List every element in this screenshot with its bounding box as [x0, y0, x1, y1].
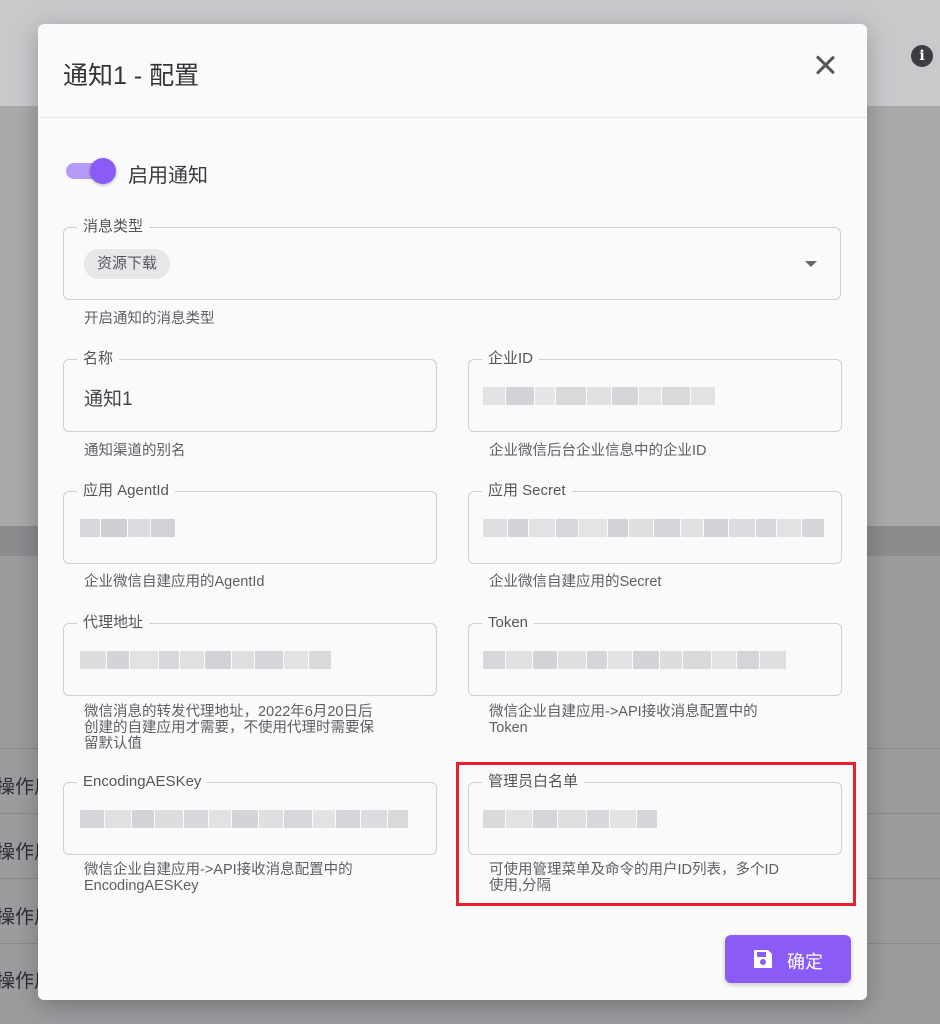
info-icon[interactable]: i — [911, 45, 933, 67]
secret-field[interactable]: 应用 Secret — [468, 481, 842, 564]
proxy-helper-line: 留默认值 — [84, 736, 142, 752]
encoding-aes-key-helper-line: EncodingAESKey — [84, 878, 199, 894]
dialog-title: 通知1 - 配置 — [63, 62, 200, 90]
enable-notification-label: 启用通知 — [128, 165, 208, 187]
highlight-annotation-box — [456, 762, 856, 906]
token-redacted-value — [483, 649, 799, 671]
proxy-helper: 微信消息的转发代理地址，2022年6月20日后 创建的自建应用才需要，不使用代理… — [84, 704, 374, 752]
name-field[interactable]: 名称 通知1 — [63, 349, 437, 432]
corp-id-redacted-value — [483, 385, 728, 407]
encoding-aes-key-helper: 微信企业自建应用->API接收消息配置中的 EncodingAESKey — [84, 862, 353, 894]
agent-id-redacted-value — [80, 517, 176, 539]
name-helper: 通知渠道的别名 — [84, 443, 186, 459]
token-label: Token — [482, 613, 535, 633]
message-type-chip[interactable]: 资源下载 — [84, 249, 171, 279]
corp-id-helper: 企业微信后台企业信息中的企业ID — [489, 443, 707, 459]
secret-redacted-value — [483, 517, 835, 539]
encoding-aes-key-label: EncodingAESKey — [77, 772, 208, 792]
enable-notification-switch[interactable] — [66, 158, 116, 184]
secret-label: 应用 Secret — [482, 481, 572, 501]
token-helper: 微信企业自建应用->API接收消息配置中的 Token — [489, 704, 758, 736]
token-helper-line: Token — [489, 720, 528, 736]
agent-id-field[interactable]: 应用 AgentId — [63, 481, 437, 564]
proxy-redacted-value — [80, 649, 350, 671]
token-helper-line: 微信企业自建应用->API接收消息配置中的 — [489, 704, 758, 720]
encoding-aes-key-redacted-value — [80, 808, 418, 830]
message-type-label: 消息类型 — [77, 217, 150, 237]
confirm-button-label: 确定 — [787, 952, 823, 972]
agent-id-label: 应用 AgentId — [77, 481, 175, 501]
confirm-button[interactable]: 确定 — [725, 935, 851, 983]
message-type-select[interactable]: 消息类型 资源下载 — [63, 217, 841, 300]
dialog-header: 通知1 - 配置 — [38, 24, 867, 118]
name-value: 通知1 — [84, 389, 133, 410]
message-type-helper: 开启通知的消息类型 — [84, 311, 215, 327]
proxy-label: 代理地址 — [77, 613, 150, 633]
agent-id-helper: 企业微信自建应用的AgentId — [84, 574, 265, 590]
encoding-aes-key-helper-line: 微信企业自建应用->API接收消息配置中的 — [84, 862, 353, 878]
save-icon — [754, 950, 772, 968]
corp-id-field[interactable]: 企业ID — [468, 349, 842, 432]
proxy-field[interactable]: 代理地址 — [63, 613, 437, 696]
proxy-helper-line: 创建的自建应用才需要，不使用代理时需要保 — [84, 720, 374, 736]
token-field[interactable]: Token — [468, 613, 842, 696]
corp-id-label: 企业ID — [482, 349, 540, 369]
encoding-aes-key-field[interactable]: EncodingAESKey — [63, 772, 437, 855]
switch-thumb — [90, 158, 116, 184]
name-label: 名称 — [77, 349, 120, 369]
dropdown-arrow-icon[interactable] — [805, 261, 817, 267]
close-icon[interactable] — [812, 52, 838, 78]
secret-helper: 企业微信自建应用的Secret — [489, 574, 662, 590]
proxy-helper-line: 微信消息的转发代理地址，2022年6月20日后 — [84, 704, 373, 720]
